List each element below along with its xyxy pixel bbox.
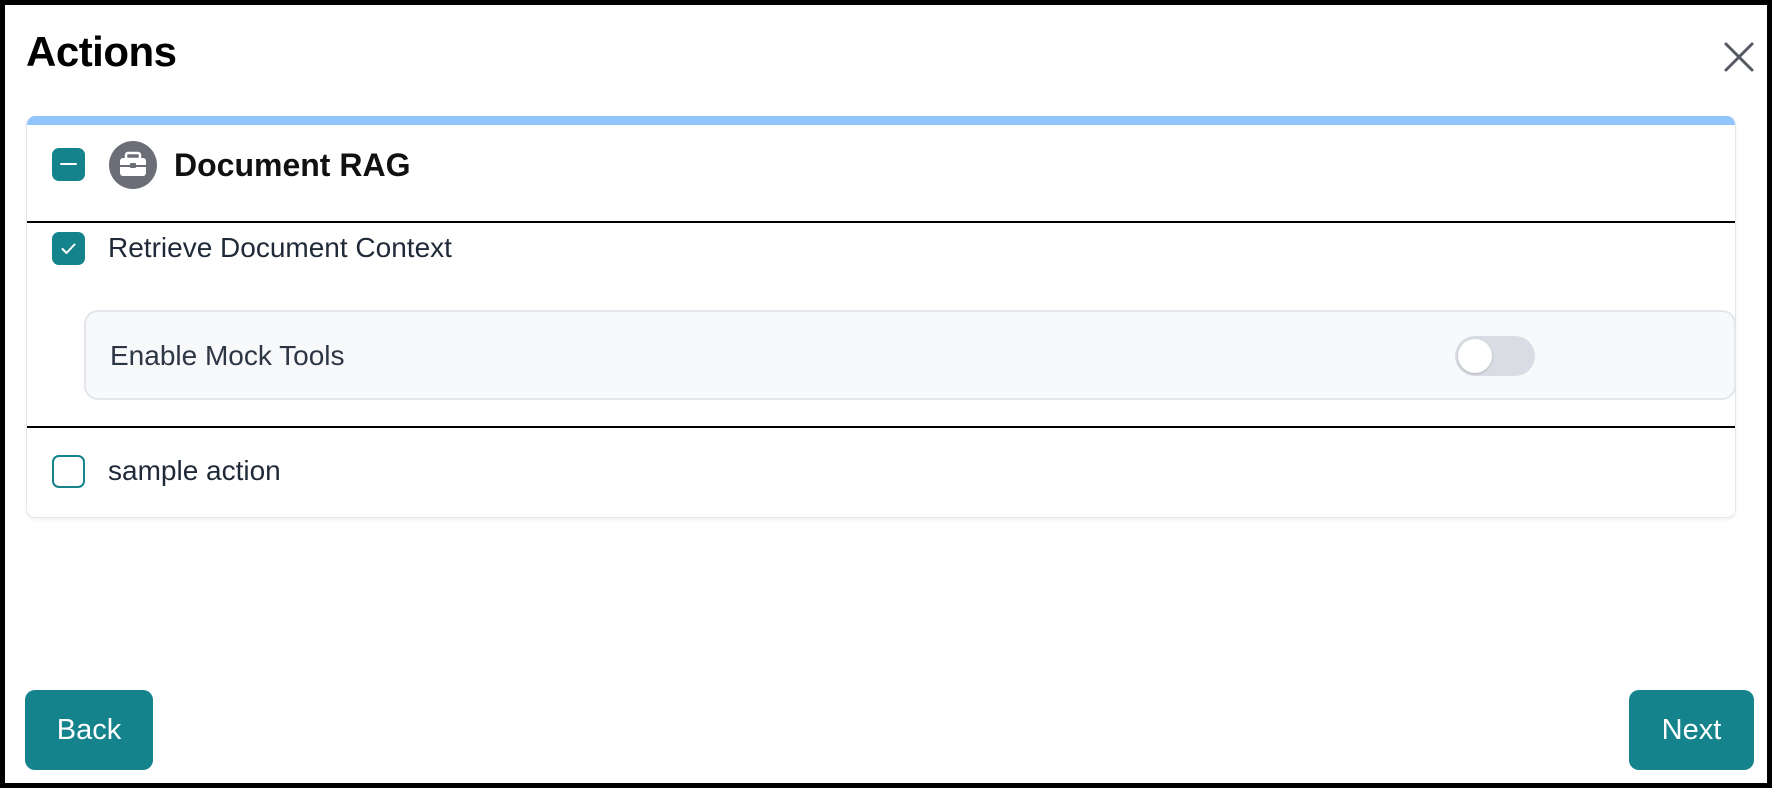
- enable-mock-tools-toggle[interactable]: [1455, 336, 1535, 376]
- close-icon[interactable]: [1721, 39, 1757, 75]
- group-title: Document RAG: [174, 147, 411, 183]
- retrieve-document-context-checkbox[interactable]: [52, 232, 85, 265]
- action-divider: [27, 426, 1735, 428]
- group-select-all-checkbox[interactable]: [52, 148, 85, 181]
- sample-action-checkbox[interactable]: [52, 455, 85, 488]
- toggle-knob: [1458, 339, 1492, 373]
- card-accent-bar: [27, 116, 1735, 125]
- sample-action-label: sample action: [108, 455, 281, 486]
- retrieve-document-context-label: Retrieve Document Context: [108, 232, 452, 263]
- dialog-title: Actions: [26, 28, 177, 75]
- actions-dialog: Actions Document RAG Retrieve Document C…: [0, 0, 1772, 788]
- action-group-card: Document RAG Retrieve Document Context E…: [26, 116, 1736, 518]
- briefcase-icon: [109, 141, 157, 189]
- back-button[interactable]: Back: [25, 690, 153, 770]
- enable-mock-tools-label: Enable Mock Tools: [110, 340, 345, 371]
- mock-tools-panel: Enable Mock Tools: [84, 310, 1735, 400]
- indeterminate-dash-icon: [60, 163, 77, 165]
- next-button[interactable]: Next: [1629, 690, 1754, 770]
- check-icon: [61, 243, 76, 254]
